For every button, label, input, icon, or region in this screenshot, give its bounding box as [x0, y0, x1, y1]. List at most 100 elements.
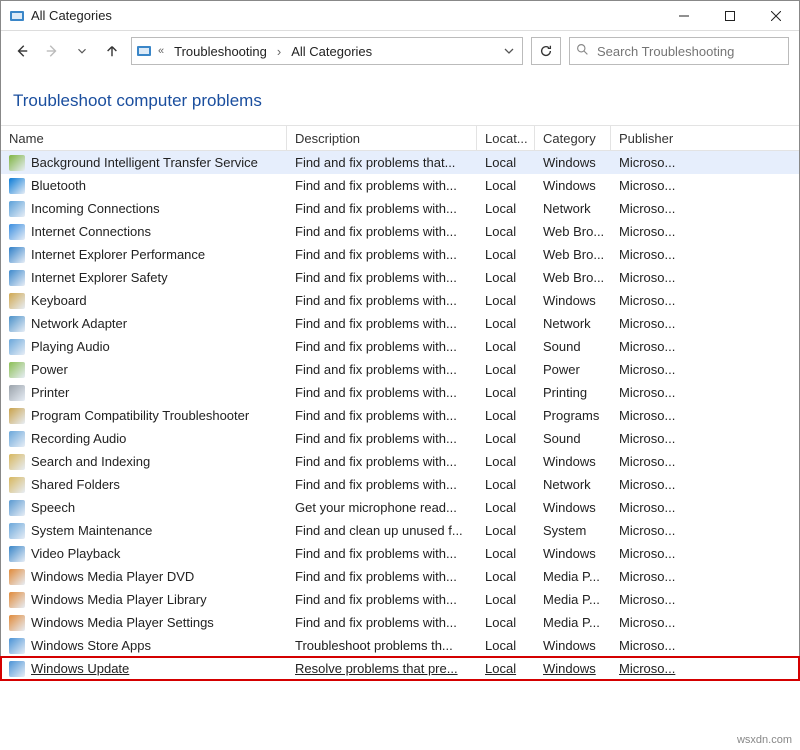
item-publisher: Microso...	[611, 634, 687, 657]
list-item[interactable]: Background Intelligent Transfer ServiceF…	[1, 151, 799, 174]
item-name: Keyboard	[31, 293, 87, 308]
item-category: Network	[535, 473, 611, 496]
chevron-right-icon[interactable]: ›	[277, 44, 281, 59]
list-item[interactable]: Windows Media Player DVDFind and fix pro…	[1, 565, 799, 588]
item-publisher: Microso...	[611, 151, 687, 174]
item-name: Playing Audio	[31, 339, 110, 354]
close-button[interactable]	[753, 1, 799, 31]
item-category: Programs	[535, 404, 611, 427]
item-publisher: Microso...	[611, 404, 687, 427]
item-icon	[9, 247, 25, 263]
item-description: Find and fix problems with...	[287, 450, 477, 473]
item-location: Local	[477, 427, 535, 450]
list-item[interactable]: Incoming ConnectionsFind and fix problem…	[1, 197, 799, 220]
item-location: Local	[477, 496, 535, 519]
item-location: Local	[477, 565, 535, 588]
titlebar: All Categories	[1, 1, 799, 31]
list-item[interactable]: Windows Media Player LibraryFind and fix…	[1, 588, 799, 611]
item-name: Printer	[31, 385, 69, 400]
maximize-button[interactable]	[707, 1, 753, 31]
column-header-location[interactable]: Locat...	[477, 126, 535, 150]
up-button[interactable]	[101, 40, 123, 62]
refresh-button[interactable]	[531, 37, 561, 65]
back-button[interactable]	[11, 40, 33, 62]
list-item[interactable]: PowerFind and fix problems with...LocalP…	[1, 358, 799, 381]
recent-button[interactable]	[71, 40, 93, 62]
item-icon	[9, 638, 25, 654]
item-description: Find and fix problems with...	[287, 174, 477, 197]
forward-button[interactable]	[41, 40, 63, 62]
breadcrumb-overflow-icon[interactable]: «	[158, 45, 164, 57]
item-description: Find and fix problems with...	[287, 312, 477, 335]
breadcrumb-current[interactable]: All Categories	[287, 42, 376, 61]
item-category: Web Bro...	[535, 266, 611, 289]
item-location: Local	[477, 542, 535, 565]
address-bar[interactable]: « Troubleshooting › All Categories	[131, 37, 523, 65]
item-publisher: Microso...	[611, 243, 687, 266]
item-publisher: Microso...	[611, 542, 687, 565]
item-location: Local	[477, 358, 535, 381]
item-name-cell: Background Intelligent Transfer Service	[1, 151, 287, 174]
item-location: Local	[477, 220, 535, 243]
item-name-cell: Windows Update	[1, 657, 287, 680]
list-item[interactable]: Internet Explorer SafetyFind and fix pro…	[1, 266, 799, 289]
item-icon	[9, 178, 25, 194]
list-item[interactable]: BluetoothFind and fix problems with...Lo…	[1, 174, 799, 197]
item-publisher: Microso...	[611, 197, 687, 220]
breadcrumb-parent[interactable]: Troubleshooting	[170, 42, 271, 61]
list-item[interactable]: Internet ConnectionsFind and fix problem…	[1, 220, 799, 243]
list-item[interactable]: PrinterFind and fix problems with...Loca…	[1, 381, 799, 404]
item-location: Local	[477, 381, 535, 404]
list-item[interactable]: SpeechGet your microphone read...LocalWi…	[1, 496, 799, 519]
item-icon	[9, 523, 25, 539]
item-category: Network	[535, 312, 611, 335]
minimize-button[interactable]	[661, 1, 707, 31]
item-name-cell: Windows Store Apps	[1, 634, 287, 657]
list-item[interactable]: Windows Media Player SettingsFind and fi…	[1, 611, 799, 634]
app-icon	[9, 8, 25, 24]
item-publisher: Microso...	[611, 174, 687, 197]
column-header-description[interactable]: Description	[287, 126, 477, 150]
list-item[interactable]: Internet Explorer PerformanceFind and fi…	[1, 243, 799, 266]
item-name-cell: Windows Media Player Settings	[1, 611, 287, 634]
item-category: Windows	[535, 542, 611, 565]
item-icon	[9, 408, 25, 424]
item-name-cell: Recording Audio	[1, 427, 287, 450]
item-name-cell: Speech	[1, 496, 287, 519]
list-item[interactable]: Playing AudioFind and fix problems with.…	[1, 335, 799, 358]
item-icon	[9, 270, 25, 286]
item-publisher: Microso...	[611, 565, 687, 588]
item-publisher: Microso...	[611, 266, 687, 289]
item-name-cell: Bluetooth	[1, 174, 287, 197]
item-location: Local	[477, 404, 535, 427]
item-description: Find and fix problems with...	[287, 243, 477, 266]
toolbar: « Troubleshooting › All Categories	[1, 31, 799, 71]
list-item[interactable]: Video PlaybackFind and fix problems with…	[1, 542, 799, 565]
list-item[interactable]: Program Compatibility TroubleshooterFind…	[1, 404, 799, 427]
search-box[interactable]	[569, 37, 789, 65]
item-description: Find and fix problems with...	[287, 588, 477, 611]
item-name-cell: Shared Folders	[1, 473, 287, 496]
address-dropdown-icon[interactable]	[500, 44, 518, 59]
list-item[interactable]: KeyboardFind and fix problems with...Loc…	[1, 289, 799, 312]
item-category: Network	[535, 197, 611, 220]
list-item[interactable]: Windows Store AppsTroubleshoot problems …	[1, 634, 799, 657]
list-item[interactable]: Shared FoldersFind and fix problems with…	[1, 473, 799, 496]
item-category: Sound	[535, 427, 611, 450]
item-location: Local	[477, 151, 535, 174]
item-publisher: Microso...	[611, 381, 687, 404]
list-item[interactable]: Network AdapterFind and fix problems wit…	[1, 312, 799, 335]
item-description: Find and fix problems with...	[287, 197, 477, 220]
list-item[interactable]: Recording AudioFind and fix problems wit…	[1, 427, 799, 450]
column-header-publisher[interactable]: Publisher	[611, 126, 687, 150]
list-item[interactable]: System MaintenanceFind and clean up unus…	[1, 519, 799, 542]
item-name: Program Compatibility Troubleshooter	[31, 408, 249, 423]
item-location: Local	[477, 519, 535, 542]
column-header-category[interactable]: Category	[535, 126, 611, 150]
list-item[interactable]: Search and IndexingFind and fix problems…	[1, 450, 799, 473]
list-item[interactable]: Windows UpdateResolve problems that pre.…	[1, 657, 799, 680]
item-name: Speech	[31, 500, 75, 515]
search-input[interactable]	[595, 43, 782, 60]
column-header-name[interactable]: Name	[1, 126, 287, 150]
watermark: wsxdn.com	[737, 734, 792, 746]
